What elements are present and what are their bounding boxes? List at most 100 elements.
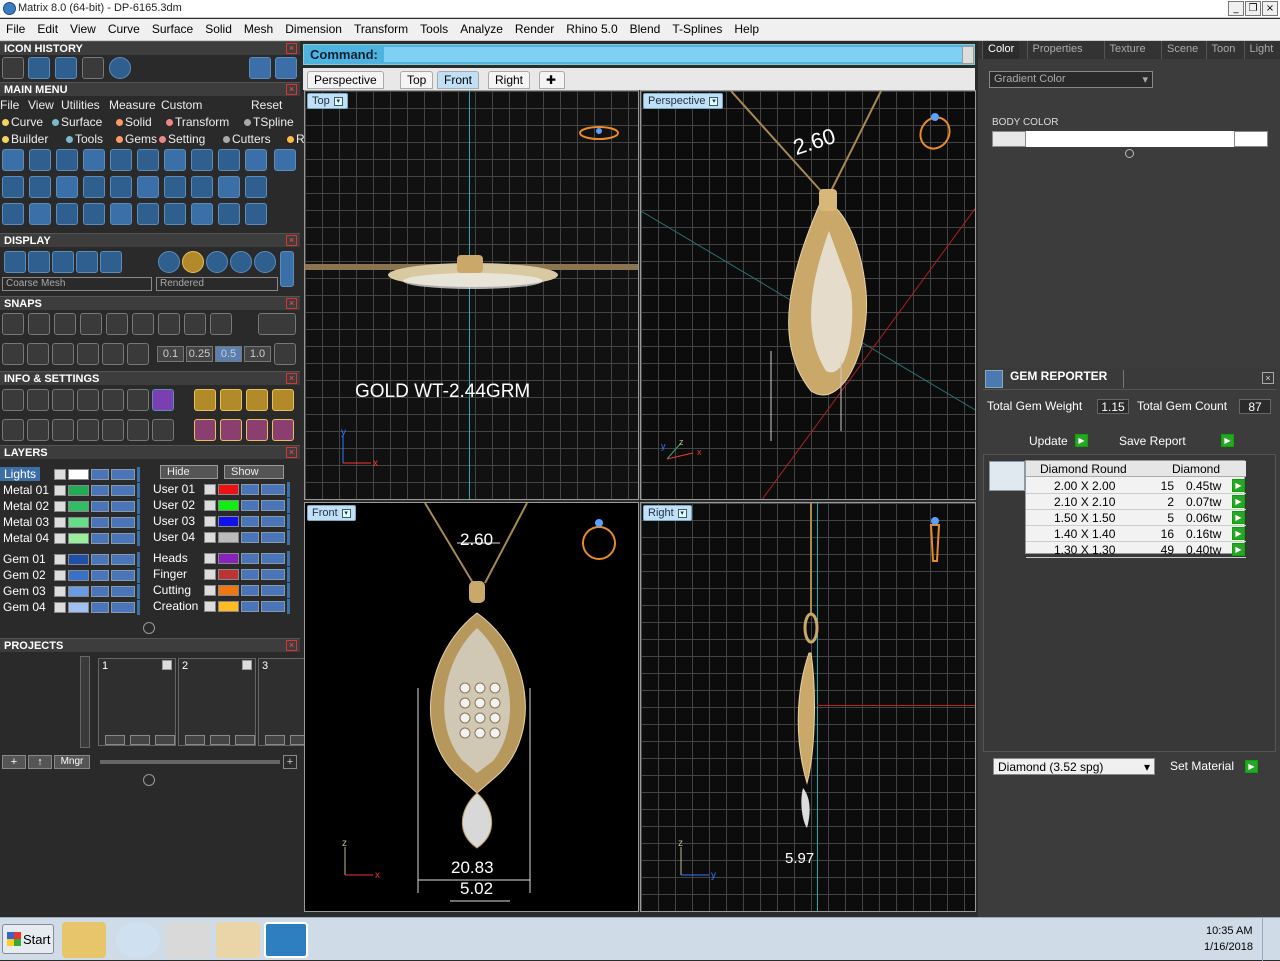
info-tool-icon[interactable] [127,389,149,411]
play-icon[interactable] [242,660,252,670]
main-menu-view[interactable]: View [28,98,54,112]
tool-icon[interactable] [164,203,186,225]
category-transform[interactable]: Transform [175,115,229,129]
lock-icon[interactable] [241,532,259,543]
layer-row-finger[interactable]: Finger [150,567,290,582]
layer-row-heads[interactable]: Heads [150,551,290,566]
snap-icon[interactable] [210,313,232,335]
play-icon[interactable]: ▶ [1245,760,1258,773]
info-tool-icon[interactable] [152,419,174,441]
layer-color-swatch[interactable] [218,516,239,527]
chevron-right-icon[interactable] [54,586,66,597]
table-row[interactable]: 2.10 X 2.10 2 0.07tw ▶ [1026,494,1246,510]
info-tool-icon[interactable] [77,389,99,411]
tool-icon[interactable] [245,203,267,225]
category-solid[interactable]: Solid [125,115,152,129]
display-mode-icon[interactable] [52,251,74,273]
lock-icon[interactable] [91,469,109,480]
info-tool-icon[interactable] [102,419,124,441]
tool-icon[interactable] [137,149,159,171]
chevron-right-icon[interactable] [204,553,216,564]
menu-solid[interactable]: Solid [199,19,238,36]
snap-icon[interactable] [132,313,154,335]
chevron-right-icon[interactable] [54,517,66,528]
chevron-right-icon[interactable] [204,500,216,511]
close-icon[interactable]: × [286,640,297,651]
add-icon[interactable]: + [283,755,297,769]
menu-surface[interactable]: Surface [146,19,199,36]
layer-color-swatch[interactable] [68,602,89,613]
expand-icon[interactable] [1125,149,1134,158]
tool-icon[interactable] [218,149,240,171]
tab-toon[interactable]: Toon [1205,41,1241,59]
info-tool-icon[interactable] [102,389,124,411]
grid-icon[interactable] [274,343,296,365]
close-icon[interactable]: × [286,43,297,54]
close-icon[interactable]: × [286,298,297,309]
forward-arrow-icon[interactable] [275,57,297,79]
layer-color-swatch[interactable] [218,484,239,495]
visibility-icon[interactable] [261,484,285,495]
chevron-right-icon[interactable] [54,554,66,565]
play-icon[interactable]: ▶ [1232,511,1245,524]
layer-color-swatch[interactable] [218,553,239,564]
close-button[interactable]: × [1262,1,1278,16]
snap-mode-icon[interactable] [52,343,74,365]
visibility-icon[interactable] [261,516,285,527]
tab-front[interactable]: Front [437,71,480,89]
expand-icon[interactable] [143,774,155,786]
layer-color-swatch[interactable] [68,586,89,597]
visibility-icon[interactable] [261,500,285,511]
visibility-icon[interactable] [261,585,285,596]
menu-blend[interactable]: Blend [624,19,667,36]
visibility-icon[interactable] [261,553,285,564]
shading-mode-icon[interactable] [182,251,204,273]
tab-right[interactable]: Right [488,71,531,89]
tab-scene[interactable]: Scene [1161,41,1203,59]
snap-icon[interactable] [106,313,128,335]
layer-row-gem-04[interactable]: Gem 04 [0,600,140,615]
lock-icon[interactable] [241,601,259,612]
tool-icon[interactable] [218,203,240,225]
lock-icon[interactable] [241,500,259,511]
tool-icon[interactable] [110,176,132,198]
visibility-icon[interactable] [111,586,135,597]
category-setting[interactable]: Setting [168,132,205,146]
layer-row-user-01[interactable]: User 01 [150,482,290,497]
lock-icon[interactable] [91,554,109,565]
tab-properties[interactable]: Properties [1026,41,1088,59]
lock-icon[interactable] [241,569,259,580]
tool-icon[interactable] [29,149,51,171]
history-tool-icon[interactable] [55,57,77,79]
shading-mode-icon[interactable] [254,251,276,273]
snap-icon[interactable] [28,313,50,335]
front-viewport[interactable]: Front ▾ 2.60 20.83 5.02 zx [304,502,639,912]
lock-icon[interactable] [241,553,259,564]
display-mode-icon[interactable] [4,251,26,273]
shading-mode-icon[interactable] [158,251,180,273]
show-button[interactable]: Show [224,465,284,479]
menu-file[interactable]: File [0,19,31,36]
project-action-icon[interactable] [210,735,230,745]
display-mode-icon[interactable] [100,251,122,273]
internet-explorer-icon[interactable] [116,922,160,958]
chevron-right-icon[interactable] [54,469,66,480]
tool-icon[interactable] [191,149,213,171]
save-report-button[interactable]: Save Report [1113,433,1223,450]
play-icon[interactable] [162,660,172,670]
tool-icon[interactable] [83,203,105,225]
play-icon[interactable]: ▶ [1232,543,1245,556]
layer-color-swatch[interactable] [68,533,89,544]
tool-icon[interactable] [245,149,267,171]
close-icon[interactable]: × [286,447,297,458]
tool-icon[interactable] [274,149,296,171]
chevron-right-icon[interactable] [54,485,66,496]
tool-icon[interactable] [110,203,132,225]
up-arrow-icon[interactable]: ↑ [28,755,52,769]
lock-icon[interactable] [91,517,109,528]
snap-mode-icon[interactable] [77,343,99,365]
table-row[interactable]: 2.00 X 2.00 15 0.45tw ▶ [1026,478,1246,494]
lock-icon[interactable] [241,516,259,527]
main-menu-measure[interactable]: Measure [109,98,156,112]
start-button[interactable]: Start [2,924,54,954]
